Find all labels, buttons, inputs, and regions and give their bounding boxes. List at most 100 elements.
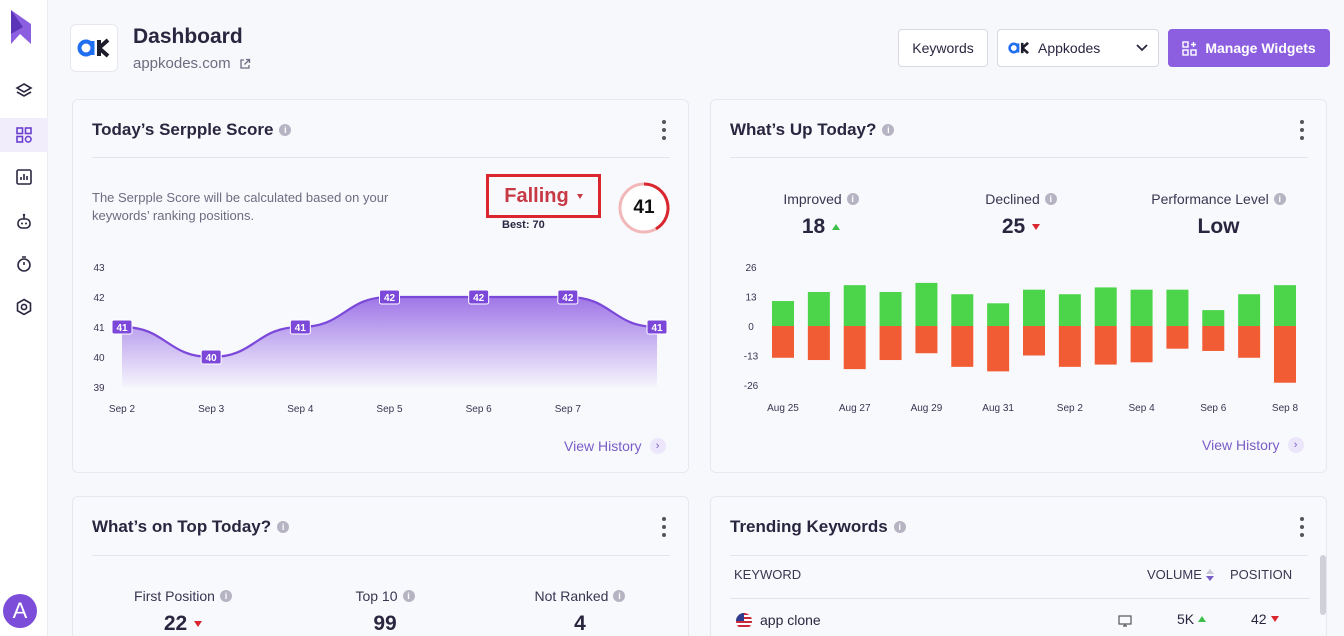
- declined-bar: [807, 326, 830, 361]
- x-tick-label: Sep 6: [466, 404, 493, 415]
- volume-header-label: VOLUME: [1147, 567, 1202, 582]
- y-tick-label: 40: [93, 353, 105, 364]
- declined-bar: [1130, 326, 1153, 363]
- layers-icon: [15, 83, 33, 97]
- column-header-volume[interactable]: VOLUME: [1147, 567, 1214, 582]
- more-options-icon[interactable]: [1299, 517, 1305, 537]
- us-flag-icon: [736, 613, 752, 629]
- info-icon[interactable]: i: [613, 590, 626, 602]
- desktop-icon: [1118, 615, 1132, 627]
- down-arrow-icon: [194, 621, 203, 627]
- improved-bar: [1202, 310, 1225, 326]
- improved-bar: [915, 282, 938, 326]
- site-link[interactable]: appkodes.com: [133, 55, 251, 72]
- data-label: 40: [200, 349, 222, 365]
- column-header-keyword[interactable]: KEYWORD: [734, 567, 801, 582]
- x-tick-label: Sep 3: [198, 404, 225, 415]
- improved-bar: [1058, 294, 1081, 326]
- x-tick-label: Sep 6: [1200, 403, 1227, 414]
- table-row[interactable]: app clone 5K 42: [730, 598, 1310, 634]
- divider: [730, 555, 1308, 556]
- declined-stat: Declined i 25: [956, 191, 1086, 239]
- view-history-link[interactable]: View History ›: [1202, 437, 1304, 453]
- trend-down-icon: [576, 193, 583, 199]
- x-tick-label: Sep 8: [1272, 403, 1299, 414]
- scrollbar[interactable]: [1320, 555, 1326, 615]
- score-description: The Serpple Score will be calculated bas…: [92, 190, 389, 223]
- keywords-button[interactable]: Keywords: [898, 29, 988, 67]
- divider: [730, 157, 1308, 158]
- x-tick-label: Sep 2: [109, 404, 136, 415]
- sidebar-item-settings[interactable]: [0, 290, 48, 324]
- info-icon[interactable]: i: [882, 124, 895, 136]
- project-select[interactable]: Appkodes: [997, 29, 1159, 67]
- info-icon[interactable]: i: [1273, 193, 1286, 205]
- score-value: 41: [633, 197, 655, 218]
- info-icon[interactable]: i: [846, 193, 859, 205]
- page-title: Dashboard: [133, 25, 243, 48]
- analytics-icon: [16, 169, 32, 185]
- bot-icon: [17, 213, 31, 229]
- performance-label: Performance Level: [1151, 191, 1269, 207]
- improved-bar: [951, 294, 974, 326]
- top10-stat: Top 10 i 99: [320, 588, 450, 636]
- x-tick-label: Sep 4: [287, 404, 314, 415]
- widgets-icon: [1182, 40, 1198, 56]
- column-header-position[interactable]: POSITION: [1230, 567, 1292, 582]
- not-ranked-stat: Not Ranked i 4: [515, 588, 645, 636]
- serpple-title: Today’s Serpple Score: [92, 120, 274, 139]
- divider: [92, 157, 670, 158]
- improved-bar: [1023, 289, 1045, 326]
- down-arrow-icon: [1032, 224, 1041, 230]
- info-icon[interactable]: i: [277, 521, 290, 533]
- improved-bar: [843, 285, 866, 326]
- declined-bar: [951, 326, 974, 367]
- svg-text:41: 41: [295, 323, 307, 334]
- more-options-icon[interactable]: [661, 120, 667, 140]
- info-icon[interactable]: i: [402, 590, 415, 602]
- site-url-text: appkodes.com: [133, 55, 231, 72]
- more-options-icon[interactable]: [1299, 120, 1305, 140]
- sidebar-item-dashboard[interactable]: [0, 118, 48, 152]
- sidebar-item-projects[interactable]: [0, 74, 48, 108]
- not-ranked-label: Not Ranked: [534, 588, 609, 604]
- y-tick-label: 43: [93, 263, 105, 274]
- first-position-value: 22: [163, 612, 188, 635]
- serpple-history-chart: 43 42 41 40 39 41 40 41 42 42 42 41 Sep 2 Sep 3 Sep 4 S…: [93, 263, 668, 415]
- y-tick-label: 0: [748, 322, 754, 333]
- chevron-right-icon: ›: [649, 438, 666, 454]
- improved-bar: [1166, 289, 1189, 326]
- svg-text:41: 41: [116, 323, 128, 334]
- improved-label: Improved: [783, 191, 842, 207]
- up-arrow-icon: [1198, 616, 1207, 622]
- info-icon[interactable]: i: [219, 590, 232, 602]
- avatar[interactable]: A: [3, 594, 37, 628]
- info-icon[interactable]: i: [893, 521, 906, 533]
- top10-value: 99: [373, 612, 397, 635]
- info-icon[interactable]: i: [1044, 193, 1057, 205]
- x-tick-label: Aug 27: [839, 403, 871, 414]
- x-tick-label: Sep 4: [1129, 403, 1156, 414]
- sort-icon: [1205, 568, 1214, 581]
- y-tick-label: 41: [93, 323, 105, 334]
- sidebar-item-reports[interactable]: [0, 160, 48, 194]
- score-gauge: 41: [616, 180, 672, 236]
- sidebar-item-bot[interactable]: [0, 204, 48, 238]
- info-icon[interactable]: i: [279, 124, 292, 136]
- improved-bar: [1094, 287, 1117, 326]
- not-ranked-value: 4: [574, 612, 586, 635]
- view-history-label: View History: [564, 438, 642, 454]
- manage-widgets-button[interactable]: Manage Widgets: [1168, 29, 1330, 67]
- app-logo-icon[interactable]: [11, 10, 31, 44]
- ranking-changes-chart: 26 13 0 -13 -26 Aug 25 Aug 27 Aug 29 Aug 31 Sep 2…: [744, 263, 1299, 414]
- y-tick-label: 39: [93, 383, 105, 394]
- more-options-icon[interactable]: [661, 517, 667, 537]
- volume-value: 5K: [1177, 611, 1195, 627]
- card-title: What’s Up Today? i: [730, 120, 895, 140]
- view-history-link[interactable]: View History ›: [564, 438, 666, 454]
- sidebar-item-timer[interactable]: [0, 247, 48, 281]
- x-tick-label: Aug 31: [982, 403, 1014, 414]
- declined-bar: [915, 326, 938, 354]
- best-score: Best: 70: [502, 219, 545, 231]
- improved-bar: [807, 291, 830, 326]
